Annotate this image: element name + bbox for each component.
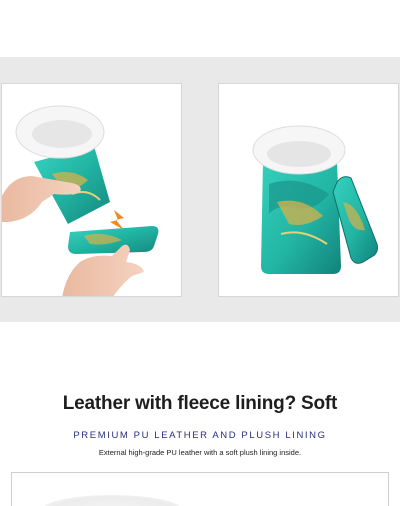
double-arrow-icon xyxy=(110,210,124,230)
product-detail-page: Leather with fleece lining? Soft PREMIUM… xyxy=(0,0,400,506)
fleece-preview xyxy=(42,495,182,506)
feature-subhead: PREMIUM PU LEATHER AND PLUSH LINING xyxy=(73,430,327,441)
product-photo-standing xyxy=(218,83,399,297)
feature-caption: External high-grade PU leather with a so… xyxy=(98,448,302,457)
product-illustration-right xyxy=(252,125,378,274)
product-photo-hand-demo xyxy=(1,83,182,297)
next-photo-frame xyxy=(11,472,389,506)
feature-headline: Leather with fleece lining? Soft xyxy=(62,393,338,414)
product-illustration-left xyxy=(2,105,159,296)
